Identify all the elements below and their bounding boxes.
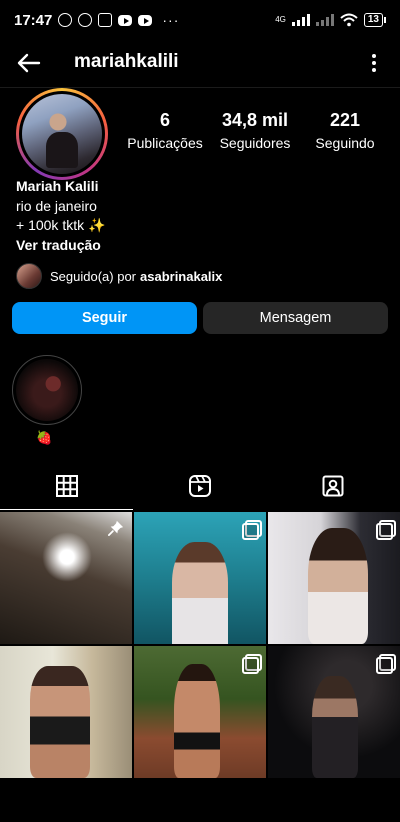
- status-bar: 17:47 ··· 4G 13: [0, 0, 400, 40]
- stat-followers-value: 34,8 mil: [221, 110, 289, 130]
- post-thumbnail[interactable]: [0, 646, 132, 778]
- battery-icon: 13: [363, 13, 386, 27]
- multi-photo-icon: [376, 654, 396, 674]
- stat-following-label: Seguindo: [315, 135, 375, 151]
- profile-tabs: [0, 462, 400, 510]
- multi-photo-icon: [242, 520, 262, 540]
- stat-followers-label: Seguidores: [219, 135, 291, 151]
- follow-button[interactable]: Seguir: [12, 302, 197, 334]
- profile-header: mariahkalili: [0, 40, 400, 86]
- followed-by-prefix: Seguido(a) por: [50, 268, 136, 284]
- back-button[interactable]: [14, 48, 44, 78]
- profile-avatar[interactable]: [16, 88, 108, 180]
- battery-level: 13: [363, 13, 383, 27]
- status-left: 17:47 ···: [14, 12, 179, 29]
- status-right: 4G 13: [275, 0, 386, 40]
- youtube-icon-2: [138, 14, 153, 26]
- see-translation-link[interactable]: Ver tradução: [16, 236, 386, 256]
- multi-photo-icon: [242, 654, 262, 674]
- tagged-icon: [322, 475, 344, 497]
- bio-line: rio de janeiro: [16, 197, 97, 214]
- stat-posts-value: 6: [159, 110, 170, 130]
- profile-bio: Mariah Kalili rio de janeiro + 100k tktk…: [16, 177, 386, 255]
- alarm-icon: [78, 13, 93, 27]
- post-thumbnail[interactable]: [268, 646, 400, 778]
- wifi-icon: [340, 13, 358, 27]
- signal-2-icon: [315, 14, 334, 26]
- highlight-label: 🍓: [36, 430, 53, 445]
- grid-icon: [55, 475, 78, 497]
- highlight-cover: [16, 359, 78, 421]
- youtube-icon: [118, 14, 133, 26]
- more-notifications-icon: ···: [162, 12, 180, 28]
- network-type-label: 4G: [275, 15, 286, 24]
- post-thumbnail[interactable]: [0, 512, 132, 644]
- followed-by-user: asabrinakalix: [140, 268, 223, 284]
- profile-stats: 6 Publicações 34,8 mil Seguidores 221 Se…: [120, 108, 390, 154]
- tab-posts[interactable]: [0, 462, 134, 510]
- profile-full-name: Mariah Kalili: [16, 178, 99, 194]
- clipboard-icon: [98, 13, 113, 27]
- back-arrow-icon: [17, 53, 41, 73]
- posts-grid: [0, 512, 400, 778]
- story-highlight[interactable]: [12, 355, 82, 425]
- post-thumbnail[interactable]: [134, 646, 266, 778]
- status-time: 17:47: [14, 11, 53, 29]
- mute-icon: [58, 13, 73, 27]
- followed-by[interactable]: Seguido(a) por asabrinakalix: [16, 262, 222, 290]
- multi-photo-icon: [376, 520, 396, 540]
- follower-avatar: [16, 263, 42, 289]
- stat-followers[interactable]: 34,8 mil Seguidores: [210, 108, 300, 154]
- bio-line: + 100k tktk ✨: [16, 217, 106, 233]
- reels-icon: [188, 475, 211, 497]
- bottom-area: [0, 780, 400, 822]
- profile-username: mariahkalili: [74, 51, 179, 72]
- profile-actions: Seguir Mensagem: [12, 302, 388, 334]
- stat-posts[interactable]: 6 Publicações: [120, 108, 210, 154]
- stat-posts-label: Publicações: [127, 135, 203, 151]
- post-thumbnail[interactable]: [134, 512, 266, 644]
- profile-photo: [22, 94, 102, 174]
- pin-icon: [108, 520, 124, 536]
- signal-icon: [291, 14, 310, 26]
- stat-following-value: 221: [329, 110, 361, 130]
- post-thumbnail[interactable]: [268, 512, 400, 644]
- message-button[interactable]: Mensagem: [203, 302, 388, 334]
- tab-tagged[interactable]: [267, 462, 400, 510]
- stat-following[interactable]: 221 Seguindo: [300, 108, 390, 154]
- more-options-button[interactable]: [366, 48, 382, 78]
- tab-reels[interactable]: [133, 462, 266, 510]
